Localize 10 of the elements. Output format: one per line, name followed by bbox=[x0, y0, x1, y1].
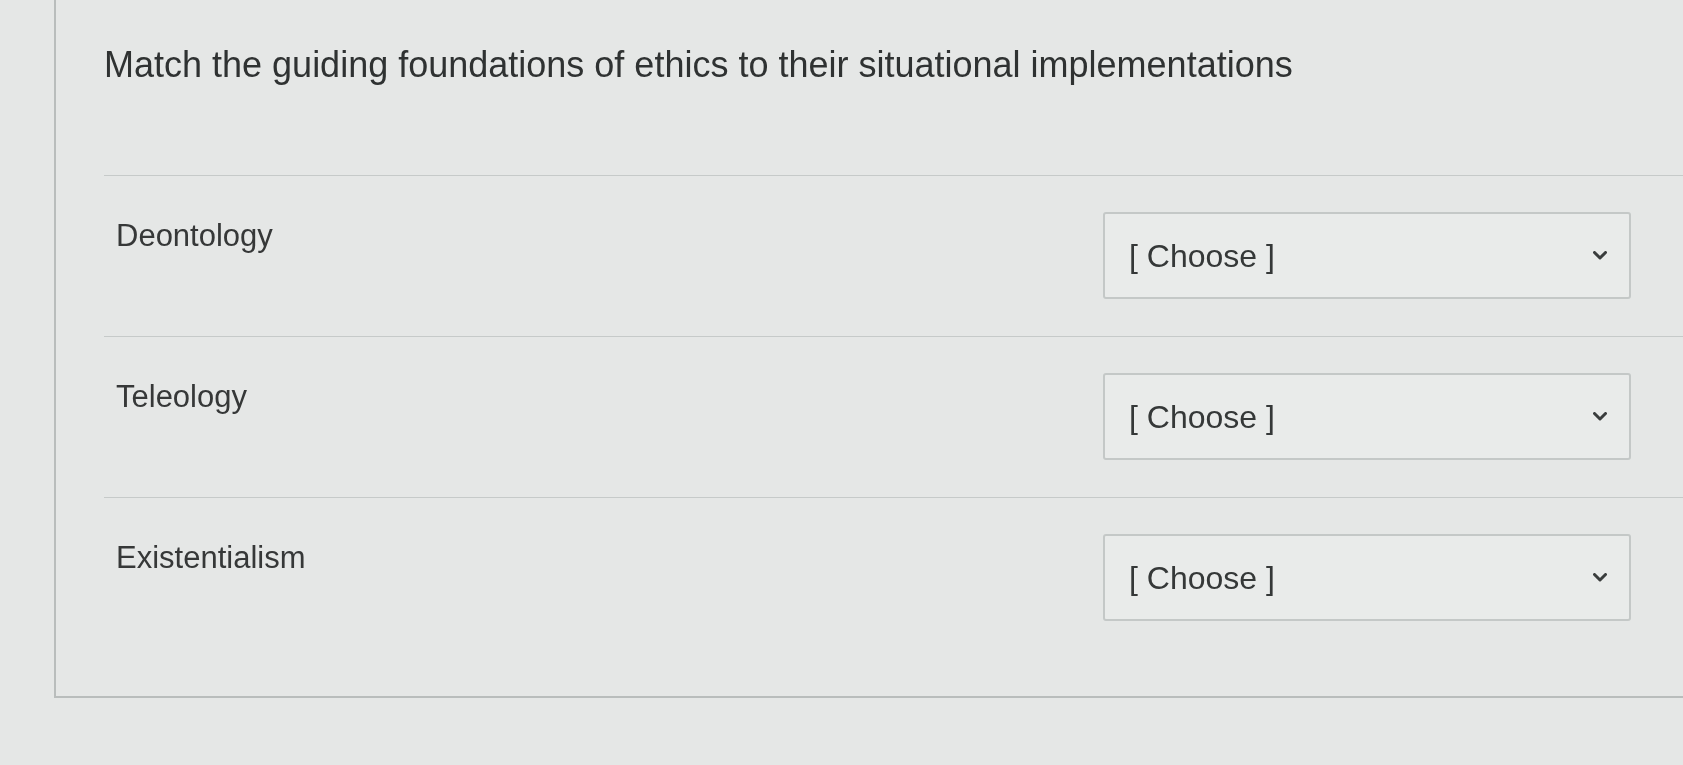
question-text: Match the guiding foundations of ethics to their situational implementations bbox=[104, 43, 1294, 86]
choose-dropdown[interactable]: [ Choose ] bbox=[1103, 373, 1631, 460]
term-label: Existentialism bbox=[116, 540, 306, 576]
chevron-down-icon bbox=[1593, 251, 1607, 260]
chevron-down-icon bbox=[1593, 412, 1607, 421]
choose-dropdown[interactable]: [ Choose ] bbox=[1103, 212, 1631, 299]
choose-dropdown[interactable]: [ Choose ] bbox=[1103, 534, 1631, 621]
term-label: Teleology bbox=[116, 379, 247, 415]
term-label: Deontology bbox=[116, 218, 273, 254]
chevron-down-icon bbox=[1593, 573, 1607, 582]
